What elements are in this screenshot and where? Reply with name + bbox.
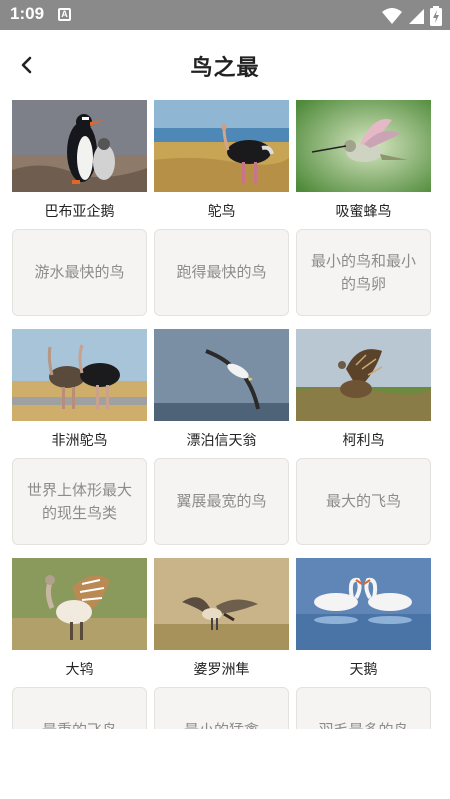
bird-fact-card[interactable]: 跑得最快的鸟 (154, 229, 289, 316)
bird-fact-card[interactable]: 游水最快的鸟 (12, 229, 147, 316)
page-title: 鸟之最 (190, 56, 260, 81)
bird-card-great-bustard[interactable]: 大鸨 最重的飞鸟 (12, 558, 147, 774)
bird-name: 婆罗洲隼 (193, 662, 250, 678)
app-bar: 鸟之最 (0, 30, 450, 100)
hummingbird-photo (296, 100, 431, 192)
ostrich-photo (154, 100, 289, 192)
bird-card-hummingbird[interactable]: 吸蜜蜂鸟 最小的鸟和最小的鸟卵 (296, 100, 431, 316)
kori-bustard-photo (296, 329, 431, 421)
bird-card-swan[interactable]: 天鹅 羽毛最多的鸟 (296, 558, 431, 774)
status-time: 1:09 (10, 4, 45, 23)
bird-row: 非洲鸵鸟 世界上体形最大的现生鸟类 漂泊信天翁 翼展最宽的鸟 柯利鸟 最大的飞鸟 (12, 329, 432, 558)
bird-name: 天鹅 (349, 662, 378, 678)
notification-badge: A (58, 8, 71, 21)
swan-photo (296, 558, 431, 650)
bird-name: 漂泊信天翁 (186, 433, 257, 449)
signal-icon (408, 8, 424, 24)
bird-fact-card[interactable]: 最小的鸟和最小的鸟卵 (296, 229, 431, 316)
albatross-photo (154, 329, 289, 421)
bird-row: 巴布亚企鹅 游水最快的鸟 鸵鸟 跑得最快的鸟 吸蜜蜂鸟 最小的鸟和最小的鸟卵 (12, 100, 432, 329)
penguin-photo (12, 100, 147, 192)
bird-name: 鸵鸟 (207, 204, 236, 220)
bird-fact-card[interactable]: 最大的飞鸟 (296, 458, 431, 545)
bird-name: 非洲鸵鸟 (51, 433, 108, 449)
bird-card-gentoo-penguin[interactable]: 巴布亚企鹅 游水最快的鸟 (12, 100, 147, 316)
falconet-photo (154, 558, 289, 650)
bird-grid: 巴布亚企鹅 游水最快的鸟 鸵鸟 跑得最快的鸟 吸蜜蜂鸟 最小的鸟和最小的鸟卵 非… (12, 100, 432, 787)
status-bar: 1:09 A (0, 0, 450, 30)
bird-card-falconet[interactable]: 婆罗洲隼 最小的猛禽 (154, 558, 289, 774)
bird-name: 吸蜜蜂鸟 (335, 204, 392, 220)
status-icons (381, 5, 442, 26)
bird-name: 柯利鸟 (342, 433, 385, 449)
bottom-area (0, 729, 450, 799)
bird-card-african-ostrich[interactable]: 非洲鸵鸟 世界上体形最大的现生鸟类 (12, 329, 147, 545)
bird-card-albatross[interactable]: 漂泊信天翁 翼展最宽的鸟 (154, 329, 289, 545)
great-bustard-photo (12, 558, 147, 650)
bird-name: 巴布亚企鹅 (44, 204, 115, 220)
wifi-icon (381, 7, 402, 24)
african-ostrich-photo (12, 329, 147, 421)
bird-card-ostrich[interactable]: 鸵鸟 跑得最快的鸟 (154, 100, 289, 316)
bird-card-kori-bustard[interactable]: 柯利鸟 最大的飞鸟 (296, 329, 431, 545)
bird-fact-card[interactable]: 翼展最宽的鸟 (154, 458, 289, 545)
bird-fact-card[interactable]: 世界上体形最大的现生鸟类 (12, 458, 147, 545)
battery-charging-icon (430, 5, 442, 26)
bird-name: 大鸨 (65, 662, 94, 678)
